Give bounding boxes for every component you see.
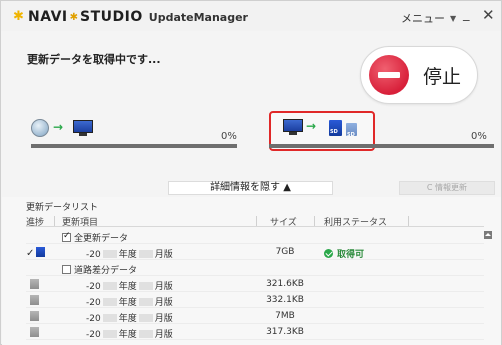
item-prefix: -20 (86, 298, 101, 308)
menu-button[interactable]: メニュー ▼ (401, 10, 456, 26)
list-item[interactable]: -20 年度 月版 317.3KB (26, 324, 484, 340)
group-checkbox[interactable] (62, 265, 71, 274)
header-item: 更新項目 (62, 218, 99, 228)
title-bar: ✱ NAVI ✱ STUDIO UpdateManager メニュー ▼ _ ✕ (1, 1, 501, 31)
item-prefix: -20 (86, 314, 101, 324)
list-title: 更新データリスト (26, 203, 99, 213)
sd-card-icon (36, 247, 46, 257)
app-title: ✱ NAVI ✱ STUDIO UpdateManager (13, 8, 248, 26)
pending-icon (30, 295, 39, 305)
available-icon (324, 249, 333, 258)
item-size: 321.6KB (266, 279, 304, 289)
group-checkbox[interactable] (62, 231, 71, 242)
menu-label: メニュー (401, 12, 445, 25)
header-size: サイズ (270, 218, 297, 228)
pending-icon (30, 311, 39, 321)
scroll-up-button[interactable] (484, 231, 492, 239)
item-size: 332.1KB (266, 295, 304, 305)
hide-details-button[interactable]: 詳細情報を隠す ▲ (168, 181, 333, 195)
close-button[interactable]: ✕ (482, 6, 496, 24)
pc-icon (73, 120, 93, 136)
item-suffix: 月版 (154, 330, 173, 340)
minimize-button[interactable]: _ (463, 7, 477, 23)
header-divider (314, 216, 315, 226)
list-item[interactable]: ✓ -20 年度 月版 7GB 取得可 (26, 244, 484, 260)
group-label: 道路差分データ (74, 266, 138, 276)
item-mid: 年度 (118, 282, 137, 292)
globe-icon (31, 119, 49, 137)
header-status: 利用ステータス (324, 218, 388, 228)
item-suffix: 月版 (154, 282, 173, 292)
item-size: 7MB (275, 311, 295, 321)
download-percent: 0% (221, 131, 237, 142)
status-area: 更新データを取得中です... 停止 (2, 31, 501, 181)
list-header: 進捗 更新項目 サイズ 利用ステータス (26, 215, 484, 228)
item-prefix: -20 (86, 250, 101, 260)
header-progress: 進捗 (26, 218, 45, 228)
item-size: 7GB (275, 247, 295, 257)
item-suffix: 月版 (154, 314, 173, 324)
group-label: 全更新データ (74, 234, 129, 244)
list-item[interactable]: 全更新データ (26, 228, 484, 244)
list-item[interactable]: 道路差分データ (26, 260, 484, 276)
arrow-right-icon: → (306, 119, 317, 133)
pending-icon (30, 327, 39, 337)
done-check-icon: ✓ (26, 248, 35, 259)
item-mid: 年度 (118, 330, 137, 340)
app-subtitle: UpdateManager (148, 10, 248, 24)
brand-navi: NAVI (28, 9, 68, 25)
item-status: 取得可 (337, 250, 365, 260)
download-progress-bar (31, 144, 237, 148)
item-suffix: 月版 (154, 298, 173, 308)
list-rows: 全更新データ ✓ -20年度月版 7GB 取得可 道路差分データ -20年度月版… (26, 228, 484, 340)
chevron-down-icon: ▼ (450, 13, 457, 23)
stop-icon (369, 55, 409, 95)
status-message: 更新データを取得中です... (27, 53, 161, 66)
brand-studio: STUDIO (80, 9, 143, 25)
item-suffix: 月版 (154, 250, 173, 260)
list-item[interactable]: -20 年度 月版 321.6KB (26, 276, 484, 292)
arrow-right-icon: → (53, 120, 64, 134)
header-divider (408, 216, 409, 226)
list-item[interactable]: -20 年度 月版 7MB (26, 308, 484, 324)
item-mid: 年度 (118, 250, 137, 260)
brand-separator-icon: ✱ (69, 11, 79, 23)
sd-card-icon (346, 123, 357, 138)
app-window: ✱ NAVI ✱ STUDIO UpdateManager メニュー ▼ _ ✕… (0, 0, 502, 345)
item-size: 317.3KB (266, 327, 304, 337)
stop-label: 停止 (423, 65, 462, 88)
list-item[interactable]: -20 年度 月版 332.1KB (26, 292, 484, 308)
sd-card-icon (329, 120, 342, 136)
star-icon: ✱ (13, 9, 24, 24)
update-list-panel: 更新データリスト 進捗 更新項目 サイズ 利用ステータス 全更新データ ✓ -2… (2, 197, 501, 345)
item-prefix: -20 (86, 330, 101, 340)
write-progress-bar (269, 144, 494, 148)
refresh-info-button[interactable]: C 情報更新 (399, 181, 495, 195)
header-divider (54, 216, 55, 226)
header-divider (256, 216, 257, 226)
item-mid: 年度 (118, 314, 137, 324)
item-prefix: -20 (86, 282, 101, 292)
pending-icon (30, 279, 39, 289)
toggle-bar: 詳細情報を隠す ▲ C 情報更新 (2, 181, 501, 195)
item-mid: 年度 (118, 298, 137, 308)
write-percent: 0% (471, 131, 487, 142)
pc-icon (283, 119, 303, 135)
stop-button[interactable]: 停止 (360, 46, 478, 104)
